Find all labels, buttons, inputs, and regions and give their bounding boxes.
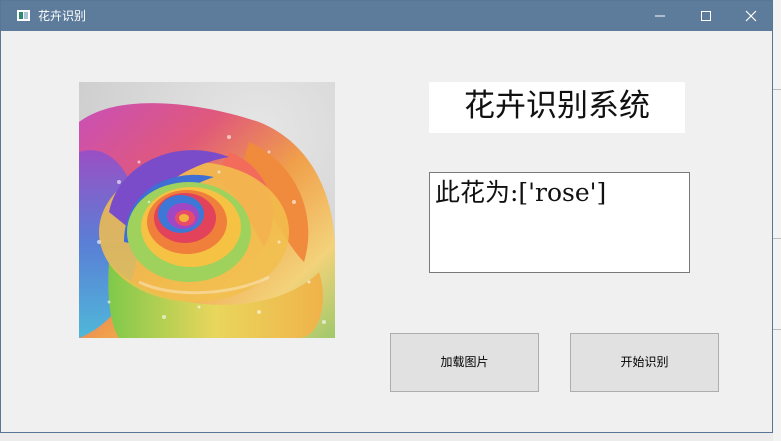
background-divider — [773, 329, 781, 330]
maximize-button[interactable] — [683, 1, 729, 31]
close-button[interactable] — [728, 1, 774, 31]
app-window: 花卉识别 花卉识别系统 此花为:['rose'] 加载图片 开始识别 — [0, 0, 773, 433]
background-divider — [773, 89, 781, 90]
background-edge — [773, 0, 781, 441]
minimize-icon — [655, 15, 665, 17]
title-panel: 花卉识别系统 — [429, 82, 685, 133]
rainbow-rose-image — [79, 82, 335, 338]
window-title: 花卉识别 — [38, 9, 87, 23]
result-textbox[interactable]: 此花为:['rose'] — [429, 172, 690, 273]
flower-image — [79, 82, 335, 338]
title-bar[interactable]: 花卉识别 — [1, 1, 772, 31]
result-text: 此花为:['rose'] — [435, 178, 607, 207]
load-image-button[interactable]: 加载图片 — [390, 333, 539, 392]
start-recognition-button[interactable]: 开始识别 — [570, 333, 719, 392]
maximize-icon — [701, 11, 711, 21]
system-title: 花卉识别系统 — [464, 88, 650, 124]
background-divider — [773, 238, 781, 239]
minimize-button[interactable] — [637, 1, 683, 31]
close-icon — [745, 10, 757, 22]
app-icon — [17, 10, 30, 21]
